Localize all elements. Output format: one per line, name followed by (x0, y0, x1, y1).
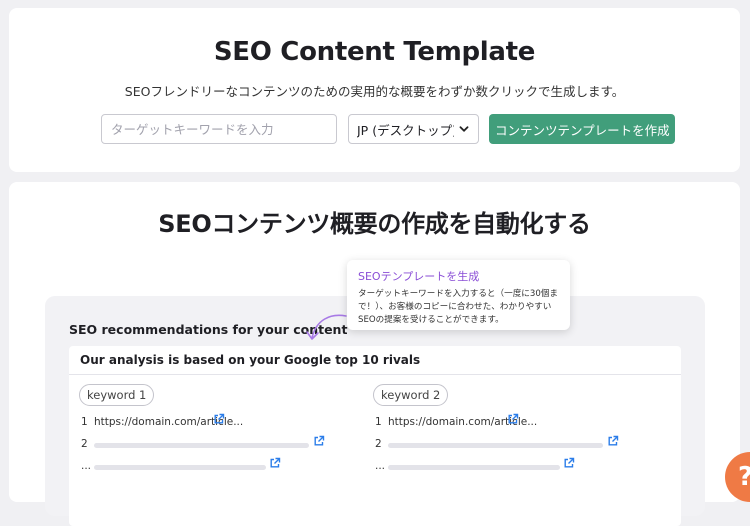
feature-card: SEOコンテンツ概要の作成を自動化する SEO recommendations … (9, 182, 740, 526)
rival-rank: ... (375, 460, 386, 472)
create-template-button[interactable]: コンテンツテンプレートを作成 (489, 114, 675, 144)
page-title: SEO Content Template (213, 37, 536, 67)
rivals-box: Our analysis is based on your Google top… (69, 346, 681, 526)
feature-title: SEOコンテンツ概要の作成を自動化する (158, 210, 591, 238)
keyword-chip[interactable]: keyword 1 (79, 384, 155, 406)
keyword-chip[interactable]: keyword 2 (373, 384, 449, 406)
url-placeholder-bar (94, 443, 309, 448)
external-link-icon[interactable] (213, 413, 225, 425)
page-subtitle: SEOフレンドリーなコンテンツのための実用的な概要をわずか数クリックで生成します… (124, 84, 625, 99)
rival-rank: 2 (375, 438, 382, 450)
external-link-icon[interactable] (607, 435, 619, 447)
url-placeholder-bar (388, 465, 560, 470)
rival-rank: 1 (375, 416, 382, 428)
hero-card: SEO Content Template SEOフレンドリーなコンテンツのための… (9, 8, 740, 172)
rival-rank: 1 (81, 416, 88, 428)
chevron-down-icon (459, 126, 469, 132)
keyword-column-2: keyword 2 1 https://domain.com/article..… (373, 384, 619, 479)
url-placeholder-bar (94, 465, 266, 470)
rival-rank: ... (81, 460, 92, 472)
url-placeholder-bar (388, 443, 603, 448)
target-keyword-input[interactable] (101, 114, 337, 144)
external-link-icon[interactable] (563, 457, 575, 469)
rivals-heading: Our analysis is based on your Google top… (69, 346, 681, 375)
rival-row: ... (79, 457, 281, 479)
database-select-value: JP (デスクトップ) (357, 122, 454, 138)
feature-tooltip: SEOテンプレートを生成 ターゲットキーワードを入力すると（一度に30個まで！）… (347, 260, 570, 330)
rival-rank: 2 (81, 438, 88, 450)
external-link-icon[interactable] (269, 457, 281, 469)
rival-row: 2 (373, 435, 619, 457)
rival-row: 1 https://domain.com/article... (79, 413, 243, 435)
question-mark-icon: ? (738, 462, 750, 492)
database-select[interactable]: JP (デスクトップ) (348, 114, 479, 144)
rival-row: ... (373, 457, 575, 479)
keyword-column-1: keyword 1 1 https://domain.com/article..… (79, 384, 325, 479)
tooltip-title: SEOテンプレートを生成 (358, 270, 480, 283)
external-link-icon[interactable] (313, 435, 325, 447)
rival-row: 1 https://domain.com/article... (373, 413, 537, 435)
external-link-icon[interactable] (507, 413, 519, 425)
tooltip-body: ターゲットキーワードを入力すると（一度に30個まで！）、お客様のコピーに合わせた… (358, 289, 558, 325)
rival-row: 2 (79, 435, 325, 457)
